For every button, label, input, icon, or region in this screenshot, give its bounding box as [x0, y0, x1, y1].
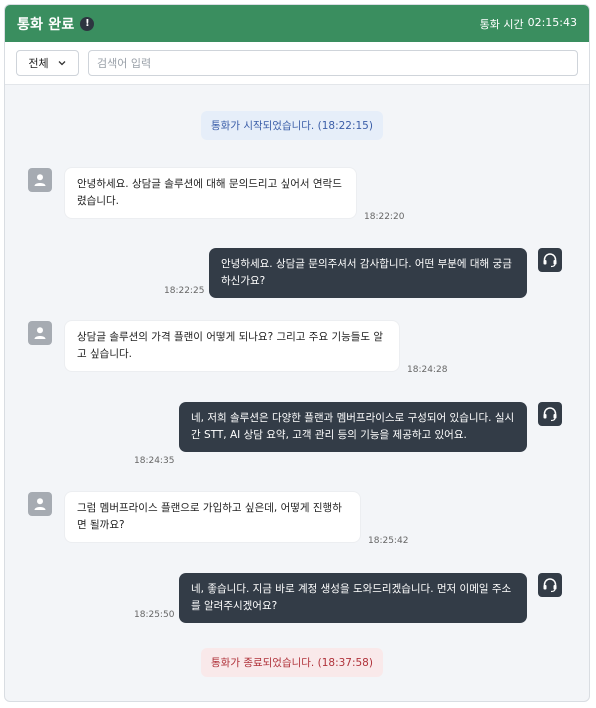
- customer-message: 상담글 솔루션의 가격 플랜이 어떻게 되나요? 그리고 주요 기능들도 알고 …: [65, 321, 399, 371]
- filter-selected-label: 전체: [28, 57, 49, 70]
- customer-avatar-icon: [28, 321, 52, 345]
- call-duration: 통화 시간 02:15:43: [480, 16, 577, 32]
- customer-avatar-icon: [28, 492, 52, 516]
- call-duration-value: 02:15:43: [527, 15, 577, 29]
- call-duration-label: 통화 시간: [479, 17, 524, 31]
- customer-message: 안녕하세요. 상담글 솔루션에 대해 문의드리고 싶어서 연락드렸습니다.: [65, 168, 356, 218]
- agent-message: 안녕하세요. 상담글 문의주셔서 감사합니다. 어떤 부분에 대해 궁금하신가요…: [209, 248, 527, 298]
- message-timestamp: 18:24:35: [134, 456, 175, 466]
- chat-area: 통화가 시작되었습니다. (18:22:15) 안녕하세요. 상담글 솔루션에 …: [5, 85, 589, 701]
- call-start-notice: 통화가 시작되었습니다. (18:22:15): [201, 111, 383, 140]
- message-timestamp: 18:22:25: [164, 286, 205, 296]
- customer-message: 그럼 멤버프라이스 플랜으로 가입하고 싶은데, 어떻게 진행하면 될까요?: [65, 492, 360, 542]
- header-bar: 통화 완료 ! 통화 시간 02:15:43: [5, 5, 589, 42]
- headset-icon: [538, 248, 562, 272]
- headset-icon: [538, 402, 562, 426]
- headset-icon: [538, 573, 562, 597]
- agent-message: 네, 저희 솔루션은 다양한 플랜과 멤버프라이스로 구성되어 있습니다. 실시…: [179, 402, 527, 452]
- message-timestamp: 18:24:28: [407, 365, 448, 375]
- chevron-down-icon: [58, 61, 66, 66]
- customer-avatar-icon: [28, 168, 52, 192]
- message-timestamp: 18:22:20: [364, 212, 405, 222]
- call-end-notice: 통화가 종료되었습니다. (18:37:58): [201, 648, 383, 677]
- filter-dropdown[interactable]: 전체: [16, 50, 79, 76]
- search-input[interactable]: [88, 50, 578, 76]
- message-timestamp: 18:25:50: [134, 610, 175, 620]
- agent-message: 네, 좋습니다. 지금 바로 계정 생성을 도와드리겠습니다. 먼저 이메일 주…: [179, 573, 527, 623]
- message-timestamp: 18:25:42: [368, 536, 409, 546]
- call-transcript-panel: 통화 완료 ! 통화 시간 02:15:43 전체 통화가 시작되었습니다. (…: [4, 4, 590, 702]
- page-title: 통화 완료: [17, 16, 75, 33]
- header-title-group: 통화 완료 !: [17, 14, 95, 34]
- info-icon[interactable]: !: [80, 16, 95, 31]
- toolbar: 전체: [5, 42, 589, 85]
